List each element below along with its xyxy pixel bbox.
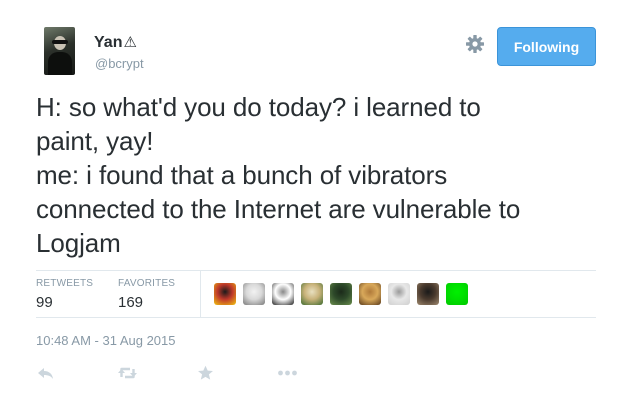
following-button[interactable]: Following — [497, 27, 596, 66]
stats-top-divider — [36, 270, 596, 271]
warning-icon: ⚠ — [123, 34, 137, 51]
stats-bottom-divider — [36, 317, 596, 318]
favoriter-avatar-7[interactable] — [388, 283, 410, 305]
tweet-line: H: so what'd you do today? i learned to — [36, 92, 481, 122]
favoriter-avatar-9[interactable] — [446, 283, 468, 305]
gear-icon[interactable] — [465, 34, 485, 54]
display-name-text: Yan — [94, 34, 123, 51]
tweet-timestamp[interactable]: 10:48 AM - 31 Aug 2015 — [36, 333, 176, 348]
more-icon[interactable] — [277, 364, 298, 382]
user-display-name[interactable]: Yan⚠ — [94, 33, 137, 52]
avatar-body — [48, 52, 72, 75]
user-screen-name[interactable]: @bcrypt — [95, 56, 144, 71]
star-icon[interactable] — [197, 364, 214, 382]
avatar-glasses — [52, 40, 68, 44]
favorites-label: FAVORITES — [118, 278, 176, 289]
favoriter-avatar-4[interactable] — [301, 283, 323, 305]
user-avatar[interactable] — [44, 27, 75, 75]
favorites-stat[interactable]: FAVORITES 169 — [118, 278, 175, 311]
retweet-icon[interactable] — [117, 364, 138, 382]
retweets-label: RETWEETS — [36, 278, 94, 289]
favoriter-avatar-6[interactable] — [359, 283, 381, 305]
favoriter-avatar-1[interactable] — [214, 283, 236, 305]
tweet-line: Logjam — [36, 228, 121, 258]
favoriter-avatar-5[interactable] — [330, 283, 352, 305]
favoriter-avatar-2[interactable] — [243, 283, 265, 305]
tweet-line: connected to the Internet are vulnerable… — [36, 194, 521, 224]
favoriter-avatar-8[interactable] — [417, 283, 439, 305]
tweet-text: H: so what'd you do today? i learned to … — [36, 90, 616, 260]
favoriter-avatar-3[interactable] — [272, 283, 294, 305]
tweet-line: paint, yay! — [36, 126, 154, 156]
retweets-stat[interactable]: RETWEETS 99 — [36, 278, 93, 311]
stats-separator — [200, 271, 201, 317]
tweet-line: me: i found that a bunch of vibrators — [36, 160, 448, 190]
reply-icon[interactable] — [37, 364, 55, 382]
favorites-count: 169 — [118, 294, 144, 311]
retweets-count: 99 — [36, 294, 53, 311]
